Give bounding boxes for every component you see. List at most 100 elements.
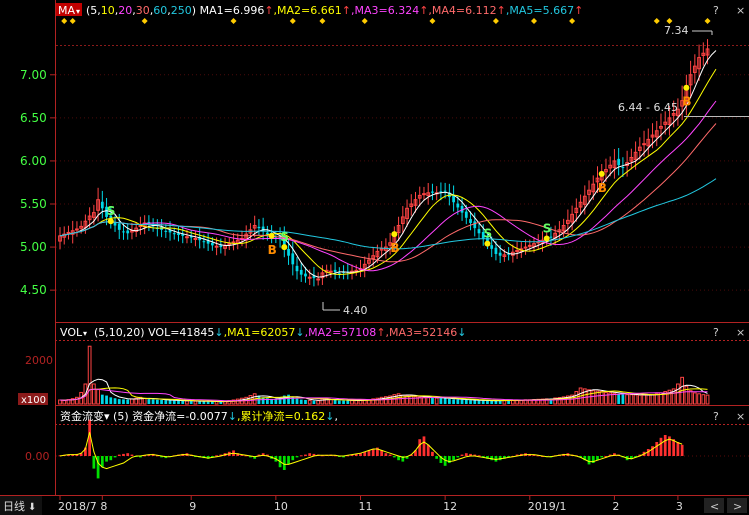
flow-bar-positive: [663, 435, 667, 456]
volume-bar-down: [105, 395, 108, 404]
vol-ma-label: ,MA1=62057: [224, 326, 296, 339]
volume-bar-down: [481, 400, 485, 404]
candle-body-down: [172, 233, 176, 235]
ma-value-label: ,MA2=6.661: [274, 4, 342, 17]
candle-body-down: [621, 167, 625, 169]
low-price-label: 4.40: [343, 304, 368, 317]
flow-bar-positive: [464, 453, 468, 456]
volume-bar-down: [219, 401, 223, 404]
volume-bar-down: [151, 399, 155, 404]
candle-body-up: [214, 245, 219, 248]
buy-signal-dot: [683, 84, 690, 91]
vol-periods: (5,10,20): [94, 326, 148, 339]
buy-signal-label: B: [390, 241, 399, 255]
candle-body-down: [333, 269, 337, 273]
price-help-button[interactable]: ?: [713, 4, 719, 17]
volume-bar-down: [100, 394, 104, 404]
volume-bar-down: [117, 399, 121, 404]
flow-bar-negative: [600, 456, 604, 458]
ma-value-label: ,MA5=5.667: [506, 4, 574, 17]
flow-bar-negative: [291, 456, 295, 461]
time-label: 3: [676, 500, 683, 513]
volume-close-button[interactable]: ×: [736, 326, 745, 339]
candle-body-down: [126, 230, 130, 234]
volume-bar-down: [274, 399, 278, 404]
price-close-button[interactable]: ×: [736, 4, 745, 17]
price-tick-label: 7.00: [20, 68, 47, 82]
candle-body-up: [527, 244, 532, 247]
candle-body-down: [177, 233, 180, 236]
volume-bar-down: [160, 400, 163, 404]
volume-bar-down: [202, 401, 206, 404]
flow-bar-positive: [308, 453, 312, 456]
flow-bar-positive: [122, 453, 125, 456]
candle-body-down: [431, 191, 434, 193]
candle-body-down: [291, 253, 295, 265]
candle-body-down: [100, 201, 104, 209]
sell-signal-label: S: [483, 227, 492, 241]
candle-body-down: [164, 230, 168, 232]
volume-bar-down: [109, 397, 113, 404]
time-label: 10: [274, 500, 288, 513]
flow-bar-negative: [287, 456, 290, 465]
flow-bar-positive: [422, 436, 426, 456]
volume-bar-down: [490, 400, 494, 404]
flow-bar-positive: [384, 453, 388, 456]
candle-body-down: [456, 203, 460, 208]
flow-help-button[interactable]: ?: [713, 410, 719, 423]
flow-header-text: 资金流变▾ (5) 资金净流=-0.0077↓,累计净流=0.162↓,: [60, 409, 338, 423]
flow-bar-positive: [117, 454, 121, 456]
chevron-down-icon: ⬇: [28, 502, 36, 513]
volume-bar-down: [206, 401, 210, 404]
candle-body-up: [354, 269, 359, 272]
ma-period: 250: [171, 4, 192, 17]
ma-value-label: ,MA3=6.324: [351, 4, 419, 17]
volume-bar-down: [295, 398, 299, 404]
chevron-down-icon: ▾: [104, 410, 113, 423]
price-header-text: (5,10,20,30,60,250) MA1=6.996↑,MA2=6.661…: [86, 4, 583, 17]
flow-bar-negative: [456, 456, 460, 458]
candle-body-down: [202, 241, 206, 243]
sell-signal-dot: [281, 244, 288, 251]
buy-signal-label: B: [682, 95, 691, 109]
price-tick-label: 6.00: [20, 154, 47, 168]
time-label: 12: [443, 500, 457, 513]
volume-bar-down: [189, 401, 193, 404]
stock-chart-stage: 7.006.506.005.505.004.50 B BBBSS S S 2018/7…: [0, 0, 749, 515]
volume-bar-down: [299, 399, 303, 404]
volume-help-button[interactable]: ?: [713, 326, 719, 339]
ma-period: 20: [118, 4, 132, 17]
down-arrow-icon: ↓: [325, 410, 334, 423]
candle-body-down: [464, 211, 468, 218]
flow-bar-positive: [655, 442, 659, 456]
volume-bar-down: [126, 399, 130, 404]
volume-bar-down: [469, 400, 472, 404]
flow-bar-positive: [460, 454, 464, 456]
flow-bar-negative: [498, 456, 502, 461]
volume-bar-down: [304, 400, 307, 404]
volume-bar-down: [210, 401, 214, 404]
high-price-label: 7.34: [664, 24, 689, 37]
vol-indicator-button[interactable]: VOL: [60, 326, 83, 339]
chevron-left-icon: <: [710, 500, 719, 513]
up-arrow-icon: ↑: [376, 326, 385, 339]
candle-body-down: [494, 247, 498, 254]
range-label: 6.44 - 6.45: [618, 101, 678, 114]
ma-value-label: MA1=6.996: [200, 4, 265, 17]
volume-bar-down: [155, 399, 159, 404]
flow-bar-positive: [130, 454, 134, 456]
volume-unit-label: x100: [21, 395, 46, 406]
candle-body-up: [316, 278, 321, 281]
sell-signal-dot: [107, 218, 114, 225]
time-label: 9: [189, 500, 196, 513]
flow-close-button[interactable]: ×: [736, 410, 745, 423]
time-label: 2: [612, 500, 619, 513]
flow-bar-negative: [392, 456, 396, 458]
flow-bar-negative: [490, 456, 494, 461]
candle-body-down: [337, 272, 341, 274]
candle-body-down: [473, 221, 477, 229]
chevron-down-icon: ▾: [83, 329, 87, 338]
up-arrow-icon: ↑: [264, 4, 273, 17]
candle-body-up: [185, 236, 189, 239]
flow-bar-positive: [426, 444, 430, 456]
